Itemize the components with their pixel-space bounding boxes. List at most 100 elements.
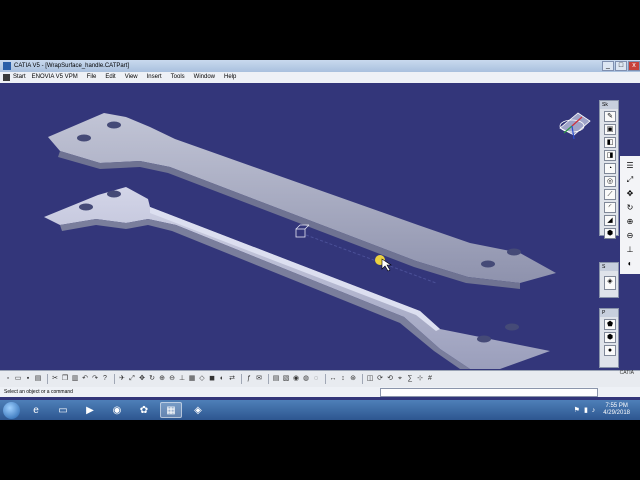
menu-file[interactable]: File [87,72,97,83]
paint-icon[interactable]: ◈ [187,402,209,418]
whats-this-icon[interactable]: ? [101,375,109,383]
normal-view-icon[interactable]: ⊥ [625,245,635,254]
catia-taskbar-icon[interactable]: ▦ [160,402,182,418]
swap-space-icon[interactable]: ⇄ [228,375,236,383]
menu-insert[interactable]: Insert [147,72,162,83]
pocket-icon[interactable]: ◨ [604,150,616,161]
hole-icon[interactable]: ◎ [604,176,616,187]
measure-inertia-icon[interactable]: ⊛ [349,375,357,383]
draft-icon[interactable]: ⬢ [604,228,616,239]
chamfer-icon[interactable]: ◢ [604,215,616,226]
media-player-icon[interactable]: ▶ [79,402,101,418]
chrome-icon[interactable]: ◉ [106,402,128,418]
catalog-icon[interactable]: ▧ [282,375,290,383]
redo-icon[interactable]: ↷ [91,375,99,383]
spec-tree-icon[interactable]: ☰ [625,161,635,170]
zoom-out-icon[interactable]: ⊖ [625,231,635,240]
maximize-button[interactable]: □ [615,61,627,71]
minimize-button[interactable]: _ [602,61,614,71]
zoom-out-tool-icon[interactable]: ⊖ [168,375,176,383]
analysis-icon[interactable]: ⬢ [604,332,616,343]
table-icon[interactable]: ▤ [272,375,280,383]
3d-viewport[interactable] [0,83,598,369]
apply-material-icon[interactable]: ● [604,345,616,356]
windows-start-button[interactable] [3,401,20,419]
measure-item-icon[interactable]: ↕ [339,375,347,383]
print-icon[interactable]: ▤ [34,375,42,383]
parameter-icon[interactable]: ∑ [406,375,414,383]
update-icon[interactable]: ⟲ [386,375,394,383]
internet-explorer-icon[interactable]: e [25,402,47,418]
menu-tools[interactable]: Tools [171,72,185,83]
fit-all-in-icon[interactable]: ⤢ [128,375,136,383]
close-button[interactable]: x [628,61,640,71]
constraint-icon[interactable]: ⌖ [396,375,404,383]
toolbar-separator [268,374,269,384]
catia-app-icon [3,62,11,70]
knowledge-icon[interactable]: ◉ [292,375,300,383]
open-icon[interactable]: ▭ [14,375,22,383]
surface-toolbar: S ◈ [599,262,619,298]
shading-icon[interactable]: ◼ [208,375,216,383]
pan-icon[interactable]: ✥ [625,189,635,198]
clock[interactable]: 7:55 PM 4/29/2018 [603,403,630,417]
undo-icon[interactable]: ↶ [81,375,89,383]
axis-system-icon[interactable]: ⊹ [416,375,424,383]
zoom-in-tool-icon[interactable]: ⊕ [158,375,166,383]
menu-start[interactable]: Start [3,72,32,83]
pan-tool-icon[interactable]: ✥ [138,375,146,383]
formula-icon[interactable]: ƒ [245,375,253,383]
fly-mode-icon[interactable]: ✈ [118,375,126,383]
window-controls: _ □ x [601,60,640,72]
compass-icon[interactable] [559,112,591,140]
toolbar-separator [241,374,242,384]
measure-icon[interactable]: ⬟ [604,319,616,330]
grid-icon[interactable]: # [426,375,434,383]
tray-flag-icon[interactable]: ⚑ [574,406,580,414]
menu-enovia[interactable]: ENOVIA V5 VPM [32,72,78,83]
cut-icon[interactable]: ✂ [51,375,59,383]
new-icon[interactable]: ▫ [4,375,12,383]
iso-view-icon[interactable]: ◇ [198,375,206,383]
paste-icon[interactable]: ▥ [71,375,79,383]
multi-view-icon[interactable]: ▦ [188,375,196,383]
copy-icon[interactable]: ❐ [61,375,69,383]
start-icon [3,74,10,81]
law-icon[interactable]: ◍ [302,375,310,383]
fit-all-icon[interactable]: ⤢ [625,175,635,184]
command-input[interactable] [380,388,598,397]
menu-bar: Start ENOVIA V5 VPM File Edit View Inser… [0,72,640,83]
wrap-surface-icon[interactable]: ◈ [604,276,616,290]
menu-window[interactable]: Window [194,72,215,83]
rotate-tool-icon[interactable]: ↻ [148,375,156,383]
tray-network-icon[interactable]: ▮ [584,406,588,414]
sketch-icon[interactable]: ✎ [604,111,616,122]
menu-edit[interactable]: Edit [105,72,115,83]
title-bar: CATIA V5 - [WrapSurface_handle.CATPart] … [0,60,640,72]
tray-volume-icon[interactable]: ♪ [592,407,596,414]
catalog-browser-icon[interactable]: ◫ [366,375,374,383]
positioned-sketch-icon[interactable]: ▣ [604,124,616,135]
part-toolbar: P ⬟ ⬢ ● [599,308,619,368]
menu-view[interactable]: View [125,72,138,83]
measure-between-icon[interactable]: ↔ [329,375,337,383]
zoom-in-icon[interactable]: ⊕ [625,217,635,226]
file-explorer-icon[interactable]: ▭ [52,402,74,418]
part-geometry [44,112,591,369]
normal-view-tool-icon[interactable]: ⊥ [178,375,186,383]
hide-show-tool-icon[interactable]: ◐ [218,375,226,383]
menu-help[interactable]: Help [224,72,236,83]
save-icon[interactable]: ▪ [24,375,32,383]
rotate-icon[interactable]: ↻ [625,203,635,212]
scan-icon[interactable]: ⟳ [376,375,384,383]
network-app-icon[interactable]: ✿ [133,402,155,418]
shaft-icon[interactable]: ◔ [604,163,616,174]
fillet-icon[interactable]: ◜ [604,202,616,213]
rib-icon[interactable]: ⟋ [604,189,616,200]
pad-icon[interactable]: ◧ [604,137,616,148]
comment-icon[interactable]: ✉ [255,375,263,383]
reaction-icon[interactable]: ◌ [312,375,320,383]
mouse-cursor-icon [375,255,392,272]
sketcher-toolbar-header: Sk [600,101,618,109]
hide-show-icon[interactable]: ◐ [625,259,635,268]
